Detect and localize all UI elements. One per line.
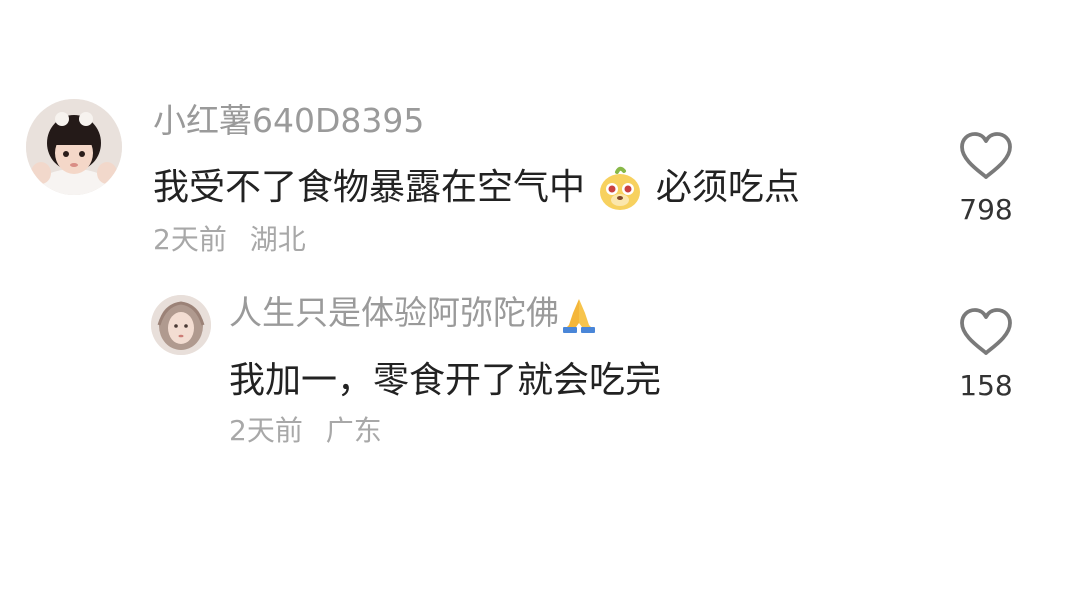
comment-location: 广东: [325, 414, 382, 447]
cute-dog-face-sticker: [597, 166, 643, 212]
comment-meta: 2天前 湖北: [153, 222, 306, 258]
girl-avatar-icon: [151, 295, 211, 355]
comment-time: 2天前: [153, 223, 227, 256]
comment-text: 我加一，零食开了就会吃完: [229, 360, 662, 401]
comment-item: 小红薯640D8395 我受不了食物暴露在空气中 必须吃点 2天前 湖北 798: [0, 0, 1079, 270]
like-button[interactable]: 798: [951, 132, 1021, 224]
comment-meta: 2天前 广东: [229, 413, 382, 449]
like-count: 798: [959, 193, 1013, 226]
praying-hands-icon: [559, 295, 599, 335]
comment-text-part: 我受不了食物暴露在空气中: [153, 167, 586, 208]
reply-item: 人生只是体验阿弥陀佛 我加一，零食开了就会吃完 2天前 广东 158: [0, 280, 1079, 480]
comment-time: 2天前: [229, 414, 303, 447]
heart-icon: [960, 308, 1012, 355]
child-avatar-icon: [26, 99, 122, 195]
username-text: 人生只是体验阿弥陀佛: [229, 293, 559, 332]
like-button[interactable]: 158: [951, 308, 1021, 400]
comment-text-part: 必须吃点: [655, 167, 800, 208]
comment-location: 湖北: [249, 223, 306, 256]
comment-list: 小红薯640D8395 我受不了食物暴露在空气中 必须吃点 2天前 湖北 798…: [0, 0, 1079, 597]
user-avatar[interactable]: [26, 99, 122, 195]
comment-text: 我受不了食物暴露在空气中 必须吃点: [153, 164, 800, 212]
user-avatar[interactable]: [151, 295, 211, 355]
username[interactable]: 人生只是体验阿弥陀佛: [229, 292, 599, 335]
username[interactable]: 小红薯640D8395: [153, 100, 424, 142]
like-count: 158: [959, 369, 1013, 402]
heart-icon: [960, 132, 1012, 179]
